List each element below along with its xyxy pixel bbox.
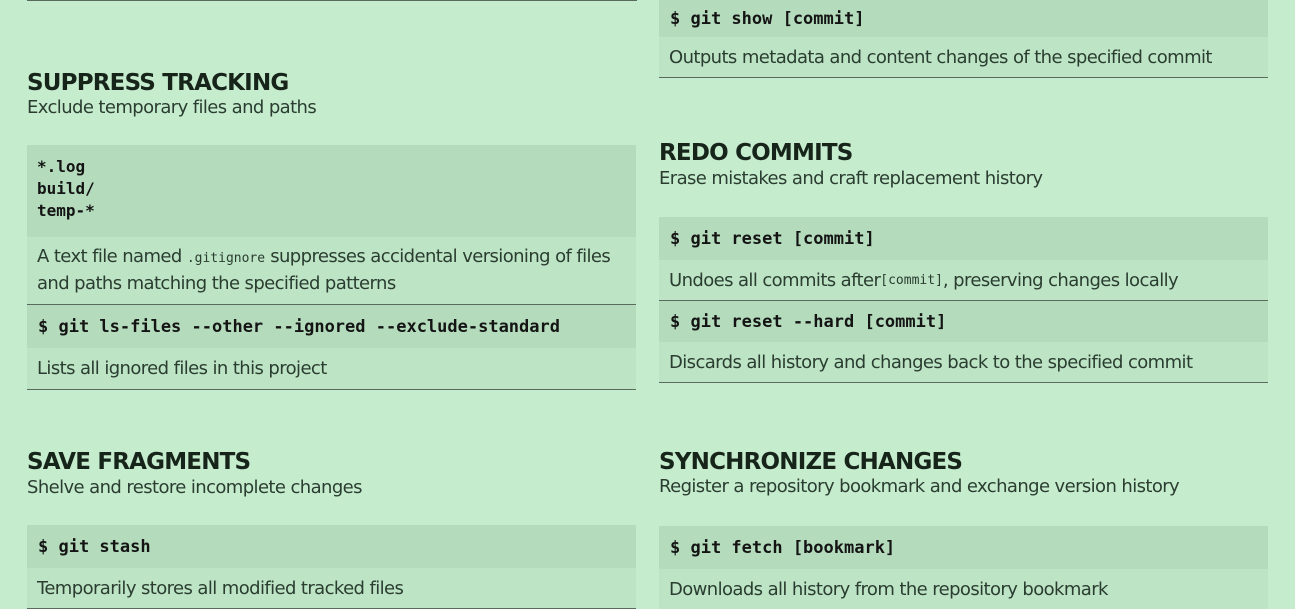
command-git-fetch: $ git fetch [bookmark] [659,526,1268,569]
command-ls-files-ignored: $ git ls-files --other --ignored --exclu… [27,305,636,348]
gitignore-pattern: *.log [37,157,86,176]
command-git-reset-hard-description: Discards all history and changes back to… [659,342,1268,383]
section-subtitle-save-fragments: Shelve and restore incomplete changes [27,477,363,498]
command-git-stash: $ git stash [27,525,636,568]
command-git-show-description: Outputs metadata and content changes of … [659,37,1268,78]
gitignore-pattern: build/ [37,179,95,198]
command-git-show: $ git show [commit] [659,0,1268,37]
gitignore-pattern: temp-* [37,201,95,220]
reset-desc-text: Undoes all commits after [669,269,881,291]
command-git-stash-description: Temporarily stores all modified tracked … [27,568,636,609]
section-title-redo-commits: REDO COMMITS [659,140,853,166]
gitignore-description: A text file named .gitignore suppresses … [27,237,636,305]
section-title-suppress-tracking: SUPPRESS TRACKING [27,70,289,96]
reset-desc-text: , preserving changes locally [942,269,1179,291]
command-git-reset-description: Undoes all commits after [commit], prese… [659,260,1268,301]
gitignore-filename: .gitignore [186,251,266,266]
section-subtitle-suppress-tracking: Exclude temporary files and paths [27,97,317,118]
gitignore-desc-text: A text file named [37,246,187,267]
section-title-synchronize-changes: SYNCHRONIZE CHANGES [659,449,963,475]
section-subtitle-redo-commits: Erase mistakes and craft replacement his… [659,168,1043,189]
section-title-save-fragments: SAVE FRAGMENTS [27,449,251,475]
command-git-reset-hard: $ git reset --hard [commit] [659,301,1268,342]
top-divider-left [27,0,637,1]
reset-desc-commit-code: [commit] [880,272,943,288]
command-git-fetch-description: Downloads all history from the repositor… [659,569,1268,609]
section-subtitle-synchronize-changes: Register a repository bookmark and excha… [659,476,1180,497]
command-git-reset: $ git reset [commit] [659,217,1268,260]
command-ls-files-ignored-description: Lists all ignored files in this project [27,348,636,390]
gitignore-patterns-block: *.log build/ temp-* [27,145,636,237]
